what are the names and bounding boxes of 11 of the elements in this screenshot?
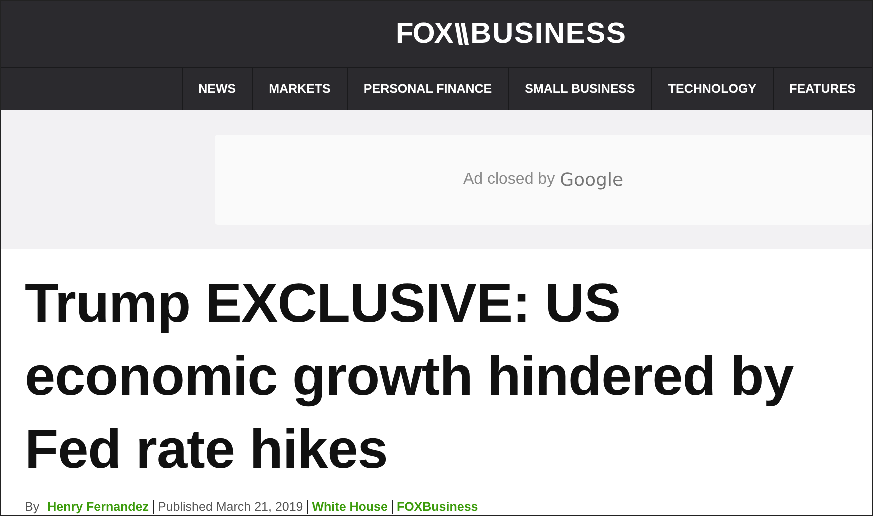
logo-section[interactable]: BUSINESS xyxy=(470,20,627,48)
tag-link[interactable]: White House xyxy=(307,500,392,514)
headline: Trump EXCLUSIVE: US economic growth hindered by Fed rate hikes xyxy=(25,271,795,482)
tag-link[interactable]: FOXBusiness xyxy=(392,500,482,514)
stripes-icon xyxy=(454,23,469,45)
author-link[interactable]: Henry Fernandez xyxy=(44,500,154,514)
ad-closed-text: Ad closed by xyxy=(463,171,556,189)
logo-brand[interactable]: FOX xyxy=(396,20,453,48)
by-label: By xyxy=(25,500,41,514)
published-date: Published March 21, 2019 xyxy=(153,500,308,514)
google-wordmark: Google xyxy=(560,170,624,190)
